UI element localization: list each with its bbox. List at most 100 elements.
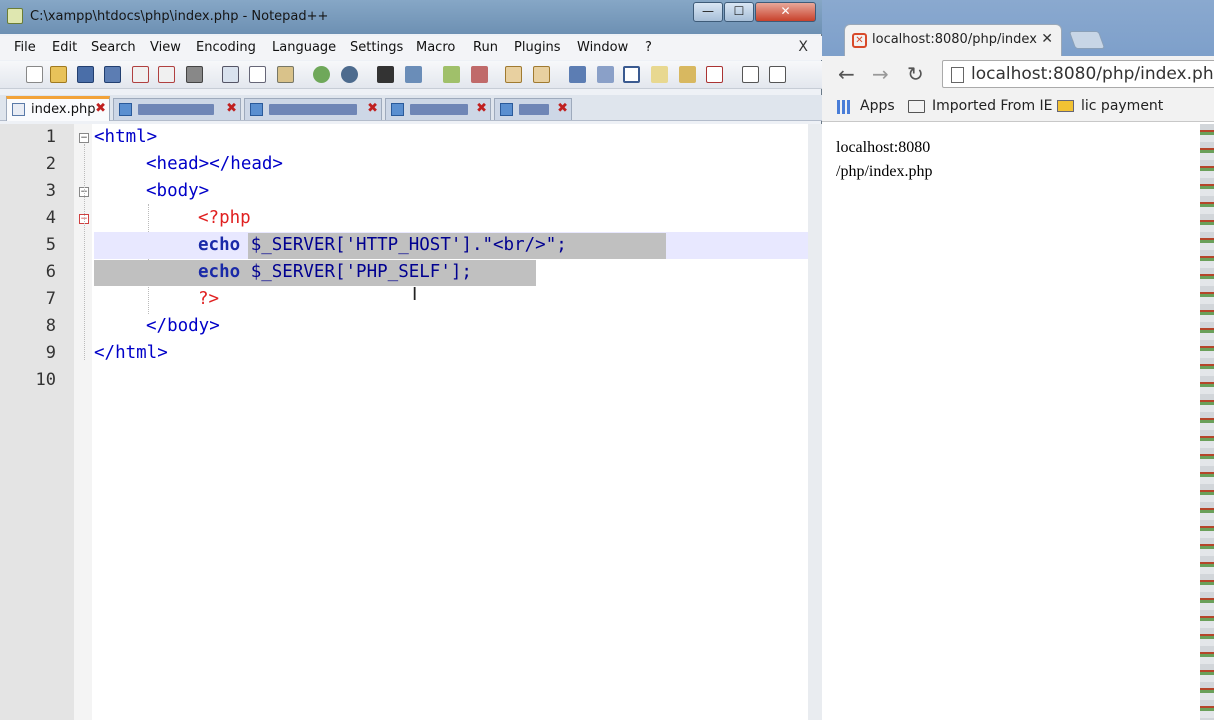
browser-tab-strip: ✕ localhost:8080/php/index ✕ xyxy=(822,0,1214,58)
tab-blurred-1[interactable]: ✖ xyxy=(113,98,241,120)
new-file-icon[interactable] xyxy=(26,66,43,83)
vertical-scrollbar[interactable] xyxy=(808,124,822,720)
function-list-icon[interactable] xyxy=(706,66,723,83)
output-host: localhost:8080 xyxy=(836,139,931,156)
tab-label: index.php xyxy=(31,102,96,117)
menu-run[interactable]: Run xyxy=(473,40,498,55)
close-browser-tab-icon[interactable]: ✕ xyxy=(1041,31,1053,47)
save-all-icon[interactable] xyxy=(104,66,121,83)
tab-blurred-2[interactable]: ✖ xyxy=(244,98,382,120)
fold-toggle-icon[interactable]: − xyxy=(79,133,89,143)
sync-vertical-icon[interactable] xyxy=(505,66,522,83)
line-number: 1 xyxy=(45,127,56,147)
desktop-edge-strip xyxy=(1200,124,1214,720)
address-bar[interactable]: localhost:8080/php/index.php xyxy=(942,60,1214,88)
line-number-gutter: 1 2 3 4 5 6 7 8 9 10 xyxy=(0,124,74,720)
zoom-in-icon[interactable] xyxy=(443,66,460,83)
browser-tab-title: localhost:8080/php/index xyxy=(872,32,1037,47)
code-line-5: echo $_SERVER['HTTP_HOST']."<br/>"; xyxy=(198,235,567,255)
user-language-icon[interactable] xyxy=(651,66,668,83)
menu-encoding[interactable]: Encoding xyxy=(196,40,256,55)
menu-view[interactable]: View xyxy=(150,40,181,55)
zoom-out-icon[interactable] xyxy=(471,66,488,83)
bookmark-imported-from-ie[interactable]: Imported From IE xyxy=(932,98,1053,114)
menu-macro[interactable]: Macro xyxy=(416,40,455,55)
back-arrow-icon[interactable]: ← xyxy=(838,62,855,86)
browser-tab[interactable]: ✕ localhost:8080/php/index ✕ xyxy=(844,24,1062,56)
sync-horizontal-icon[interactable] xyxy=(533,66,550,83)
browser-toolbar: ← → ↻ localhost:8080/php/index.php xyxy=(822,56,1214,92)
menu-edit[interactable]: Edit xyxy=(52,40,77,55)
copy-icon[interactable] xyxy=(249,66,266,83)
close-all-icon[interactable] xyxy=(158,66,175,83)
code-line-8: </body> xyxy=(146,316,220,336)
echo-keyword: echo xyxy=(198,235,241,255)
paste-icon[interactable] xyxy=(277,66,294,83)
minimize-button[interactable]: — xyxy=(693,2,723,22)
stop-recording-icon[interactable] xyxy=(769,66,786,83)
undo-icon[interactable] xyxy=(313,66,330,83)
code-line-4: <?php xyxy=(198,208,251,228)
bookmark-lic-payment[interactable]: lic payment xyxy=(1081,98,1163,114)
bookmark-apps[interactable]: Apps xyxy=(860,98,895,114)
forward-arrow-icon[interactable]: → xyxy=(872,62,889,86)
notepad-app-icon xyxy=(7,8,23,24)
menu-search[interactable]: Search xyxy=(91,40,136,55)
text-cursor-icon: I xyxy=(412,284,418,305)
close-window-button[interactable]: ✕ xyxy=(755,2,816,22)
url-text: localhost:8080/php/index.php xyxy=(971,64,1214,84)
close-tab-icon[interactable]: ✖ xyxy=(95,101,106,116)
close-tab-icon[interactable]: ✖ xyxy=(367,101,378,116)
code-editor[interactable]: 1 2 3 4 5 6 7 8 9 10 − − − <html> <head>… xyxy=(0,124,816,720)
notepadpp-window: C:\xampp\htdocs\php\index.php - Notepad+… xyxy=(0,0,822,720)
replace-icon[interactable] xyxy=(405,66,422,83)
tab-index-php[interactable]: index.php ✖ xyxy=(6,96,110,121)
blurred-tab-label xyxy=(269,104,357,115)
save-icon[interactable] xyxy=(77,66,94,83)
menu-plugins[interactable]: Plugins xyxy=(514,40,561,55)
file-icon xyxy=(500,103,513,116)
close-document-button[interactable]: X xyxy=(798,39,808,55)
npp-title-bar: C:\xampp\htdocs\php\index.php - Notepad+… xyxy=(0,0,822,34)
menu-language[interactable]: Language xyxy=(272,40,336,55)
file-icon xyxy=(12,103,25,116)
code-line-6-rest: $_SERVER['PHP_SELF']; xyxy=(240,262,472,282)
reload-icon[interactable]: ↻ xyxy=(907,62,924,86)
open-folder-icon[interactable] xyxy=(50,66,67,83)
close-file-icon[interactable] xyxy=(132,66,149,83)
print-icon[interactable] xyxy=(186,66,203,83)
line-number: 8 xyxy=(45,316,56,336)
file-icon xyxy=(119,103,132,116)
indent-guide xyxy=(148,204,149,314)
close-tab-icon[interactable]: ✖ xyxy=(476,101,487,116)
find-icon[interactable] xyxy=(377,66,394,83)
output-self: /php/index.php xyxy=(836,163,933,180)
menu-help[interactable]: ? xyxy=(645,40,652,55)
menu-settings[interactable]: Settings xyxy=(350,40,403,55)
blurred-tab-label xyxy=(410,104,468,115)
tab-blurred-3[interactable]: ✖ xyxy=(385,98,491,120)
toolbar xyxy=(0,61,822,89)
show-all-chars-icon[interactable] xyxy=(597,66,614,83)
echo-keyword: echo xyxy=(198,262,241,282)
menu-bar: File Edit Search View Encoding Language … xyxy=(0,36,822,60)
menu-window[interactable]: Window xyxy=(577,40,628,55)
code-line-3: <body> xyxy=(146,181,210,201)
npp-window-title: C:\xampp\htdocs\php\index.php - Notepad+… xyxy=(30,9,329,24)
page-output: localhost:8080 /php/index.php xyxy=(836,136,932,184)
menu-file[interactable]: File xyxy=(14,40,36,55)
record-macro-icon[interactable] xyxy=(742,66,759,83)
word-wrap-icon[interactable] xyxy=(569,66,586,83)
indent-guide-icon[interactable] xyxy=(623,66,640,83)
close-tab-icon[interactable]: ✖ xyxy=(557,101,568,116)
redo-icon[interactable] xyxy=(341,66,358,83)
tab-blurred-4[interactable]: ✖ xyxy=(494,98,572,120)
code-line-2: <head></head> xyxy=(146,154,283,174)
doc-map-icon[interactable] xyxy=(679,66,696,83)
maximize-button[interactable]: ☐ xyxy=(724,2,754,22)
line-number: 4 xyxy=(45,208,56,228)
page-icon xyxy=(951,67,964,83)
close-tab-icon[interactable]: ✖ xyxy=(226,101,237,116)
new-tab-button[interactable] xyxy=(1068,31,1106,49)
cut-icon[interactable] xyxy=(222,66,239,83)
